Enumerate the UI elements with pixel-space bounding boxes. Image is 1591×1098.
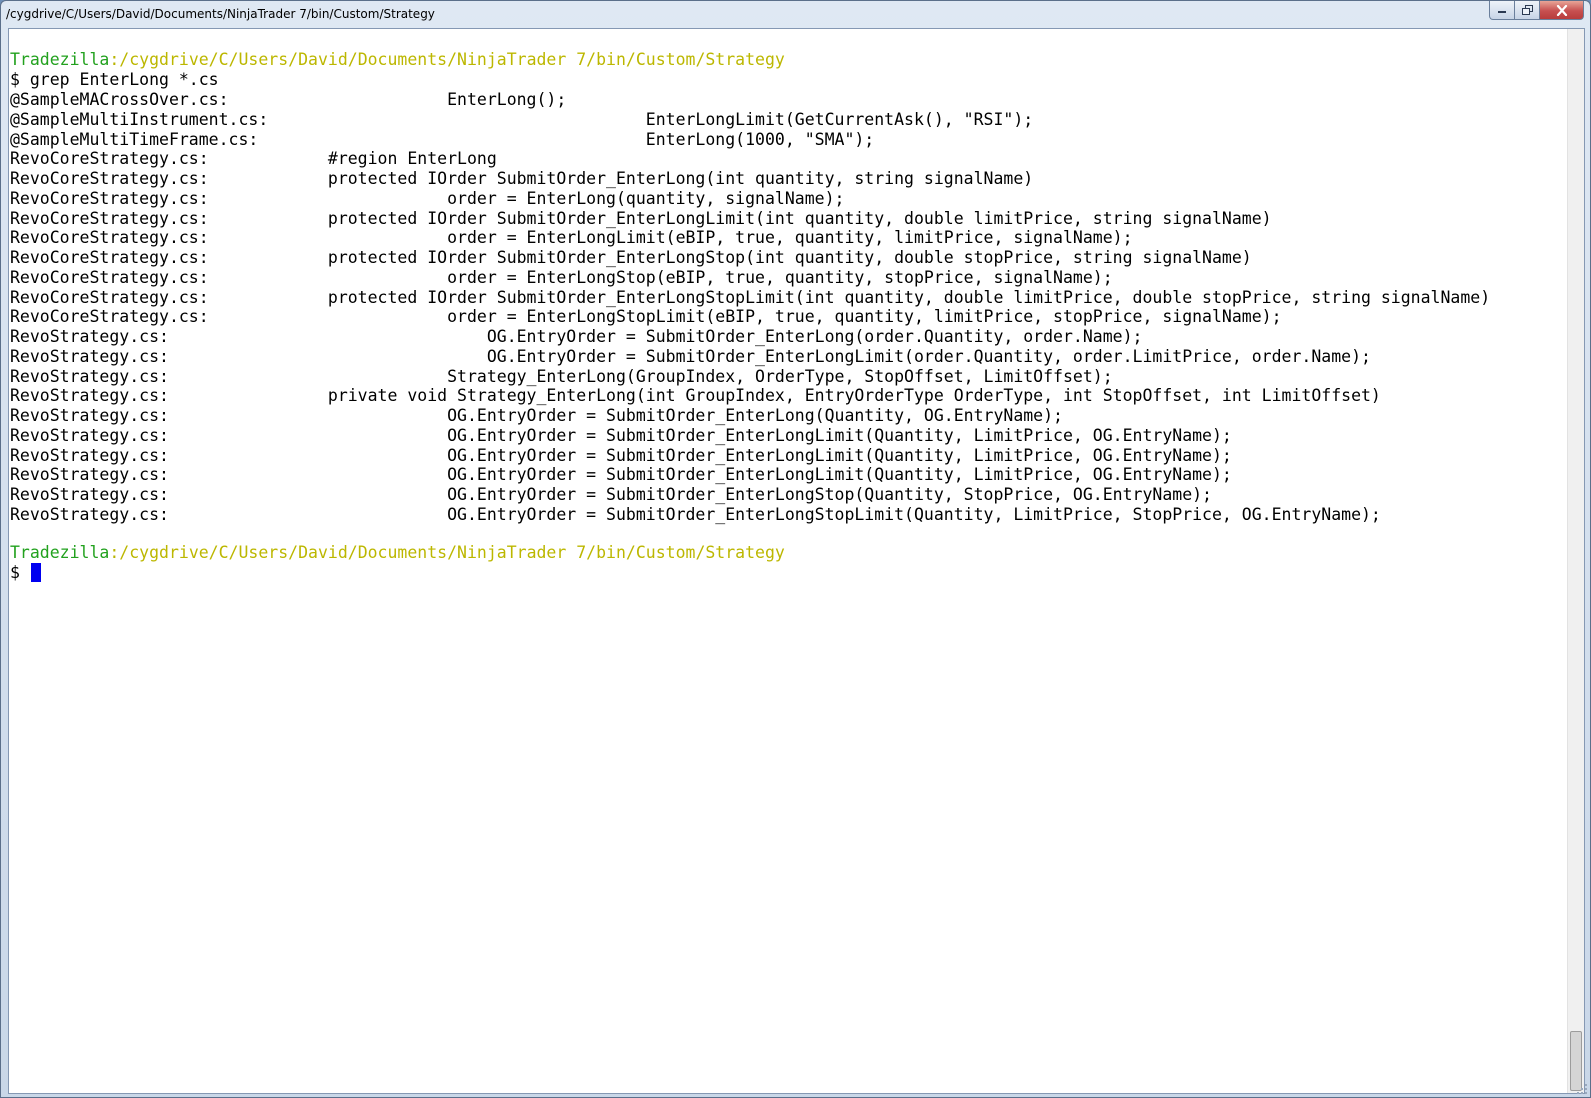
minimize-icon xyxy=(1498,11,1506,13)
output-line: RevoStrategy.cs: OG.EntryOrder = SubmitO… xyxy=(10,445,1232,465)
prompt-path: /cygdrive/C/Users/David/Documents/NinjaT… xyxy=(119,50,785,69)
output-line: @SampleMultiTimeFrame.cs: EnterLong(1000… xyxy=(10,129,875,149)
terminal-window: /cygdrive/C/Users/David/Documents/NinjaT… xyxy=(0,0,1591,1098)
terminal-output[interactable]: Tradezilla:/cygdrive/C/Users/David/Docum… xyxy=(9,29,1568,1093)
restore-icon xyxy=(1521,5,1533,15)
title-bar[interactable]: /cygdrive/C/Users/David/Documents/NinjaT… xyxy=(1,1,1590,27)
output-line: RevoStrategy.cs: OG.EntryOrder = SubmitO… xyxy=(10,465,1232,485)
output-line: RevoStrategy.cs: OG.EntryOrder = SubmitO… xyxy=(10,327,1143,346)
output-line: RevoStrategy.cs: private void Strategy_E… xyxy=(10,386,1381,406)
terminal-client-area[interactable]: Tradezilla:/cygdrive/C/Users/David/Docum… xyxy=(8,28,1585,1094)
output-line: RevoCoreStrategy.cs: order = EnterLongSt… xyxy=(10,307,1282,327)
output-line: @SampleMACrossOver.cs: EnterLong(); xyxy=(10,90,567,109)
prompt-host: Tradezilla xyxy=(10,50,110,69)
prompt-colon: : xyxy=(109,50,120,69)
output-line: RevoCoreStrategy.cs: #region EnterLong xyxy=(10,149,497,169)
output-line: RevoStrategy.cs: OG.EntryOrder = SubmitO… xyxy=(10,425,1232,445)
output-line: @SampleMultiInstrument.cs: EnterLongLimi… xyxy=(10,109,1034,129)
prompt-line: Tradezilla:/cygdrive/C/Users/David/Docum… xyxy=(10,50,785,70)
output-line: RevoCoreStrategy.cs: order = EnterLong(q… xyxy=(10,188,845,208)
prompt-path: /cygdrive/C/Users/David/Documents/NinjaT… xyxy=(119,543,785,562)
output-line: RevoCoreStrategy.cs: order = EnterLongLi… xyxy=(10,228,1133,248)
prompt-line-2: Tradezilla:/cygdrive/C/Users/David/Docum… xyxy=(10,543,785,563)
vertical-scrollbar[interactable] xyxy=(1567,29,1584,1093)
output-line: RevoCoreStrategy.cs: protected IOrder Su… xyxy=(10,208,1272,228)
output-line: RevoStrategy.cs: Strategy_EnterLong(Grou… xyxy=(10,366,1113,386)
output-line: RevoCoreStrategy.cs: protected IOrder Su… xyxy=(10,169,1034,188)
output-line: RevoCoreStrategy.cs: order = EnterLongSt… xyxy=(10,267,1113,287)
output-line: RevoCoreStrategy.cs: protected IOrder Su… xyxy=(10,287,1491,307)
input-line[interactable]: $ xyxy=(10,563,41,583)
minimize-button[interactable] xyxy=(1489,1,1515,20)
command-line: $ grep EnterLong *.cs xyxy=(10,70,219,89)
output-line: RevoCoreStrategy.cs: protected IOrder Su… xyxy=(10,248,1252,267)
text-cursor xyxy=(30,563,41,582)
prompt-colon: : xyxy=(109,543,120,562)
caption-buttons xyxy=(1489,1,1584,21)
resize-grip-icon[interactable] xyxy=(1575,1082,1588,1095)
maximize-button[interactable] xyxy=(1515,1,1540,20)
output-line: RevoStrategy.cs: OG.EntryOrder = SubmitO… xyxy=(10,504,1381,524)
prompt-host: Tradezilla xyxy=(10,543,110,562)
close-button[interactable] xyxy=(1540,1,1584,20)
window-title: /cygdrive/C/Users/David/Documents/NinjaT… xyxy=(6,7,435,21)
output-line: RevoStrategy.cs: OG.EntryOrder = SubmitO… xyxy=(10,406,1063,425)
close-icon xyxy=(1556,4,1567,16)
output-line: RevoStrategy.cs: OG.EntryOrder = SubmitO… xyxy=(10,346,1371,366)
output-line: RevoStrategy.cs: OG.EntryOrder = SubmitO… xyxy=(10,485,1212,504)
prompt-symbol: $ xyxy=(10,563,30,582)
